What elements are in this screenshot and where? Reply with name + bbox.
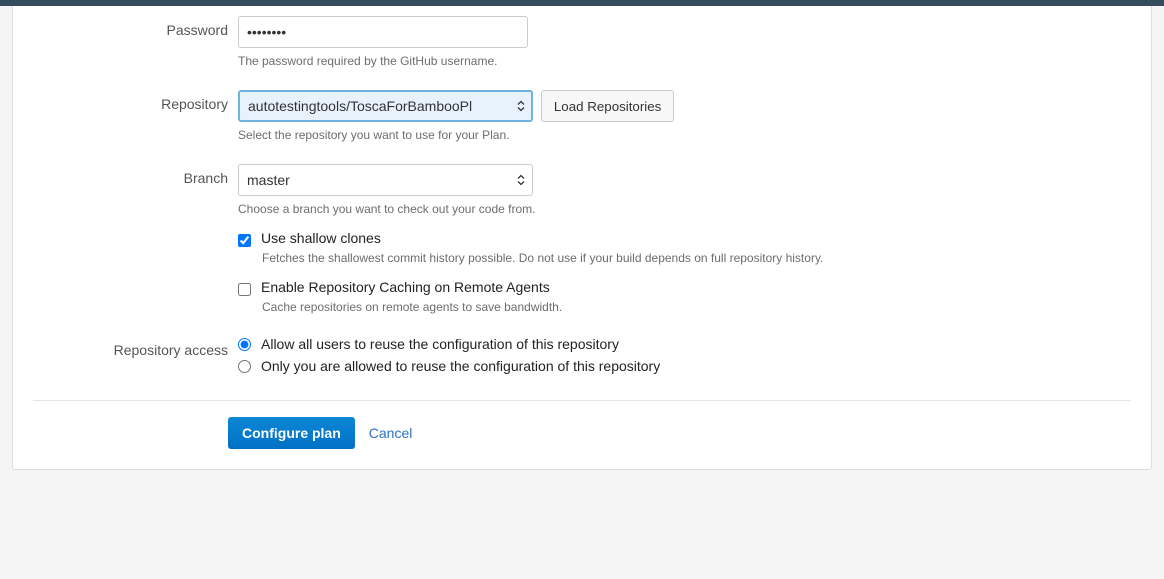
- branch-help: Choose a branch you want to check out yo…: [238, 202, 1131, 216]
- repository-help: Select the repository you want to use fo…: [238, 128, 1131, 142]
- repository-label: Repository: [33, 90, 238, 156]
- repo-access-radio-only-you[interactable]: [238, 360, 251, 373]
- repository-selected-value: autotestingtools/ToscaForBambooPl: [248, 98, 472, 114]
- repo-access-radio-all[interactable]: [238, 338, 251, 351]
- configure-plan-button[interactable]: Configure plan: [228, 417, 355, 449]
- shallow-clones-checkbox[interactable]: [238, 234, 251, 247]
- load-repositories-button[interactable]: Load Repositories: [541, 90, 674, 122]
- repository-select[interactable]: autotestingtools/ToscaForBambooPl: [238, 90, 533, 122]
- cancel-link[interactable]: Cancel: [369, 425, 413, 441]
- branch-select[interactable]: master: [238, 164, 533, 196]
- branch-label: Branch: [33, 164, 238, 328]
- repo-caching-help: Cache repositories on remote agents to s…: [262, 300, 1131, 314]
- password-label: Password: [33, 16, 238, 82]
- repository-access-label: Repository access: [33, 336, 238, 380]
- branch-selected-value: master: [247, 172, 290, 188]
- repo-access-option-all[interactable]: Allow all users to reuse the configurati…: [261, 336, 619, 352]
- repo-caching-label[interactable]: Enable Repository Caching on Remote Agen…: [261, 279, 550, 295]
- repo-access-option-only-you[interactable]: Only you are allowed to reuse the config…: [261, 358, 660, 374]
- shallow-clones-label[interactable]: Use shallow clones: [261, 230, 381, 246]
- password-input[interactable]: [238, 16, 528, 48]
- shallow-clones-help: Fetches the shallowest commit history po…: [262, 251, 1131, 265]
- password-help: The password required by the GitHub user…: [238, 54, 1131, 68]
- repo-caching-checkbox[interactable]: [238, 283, 251, 296]
